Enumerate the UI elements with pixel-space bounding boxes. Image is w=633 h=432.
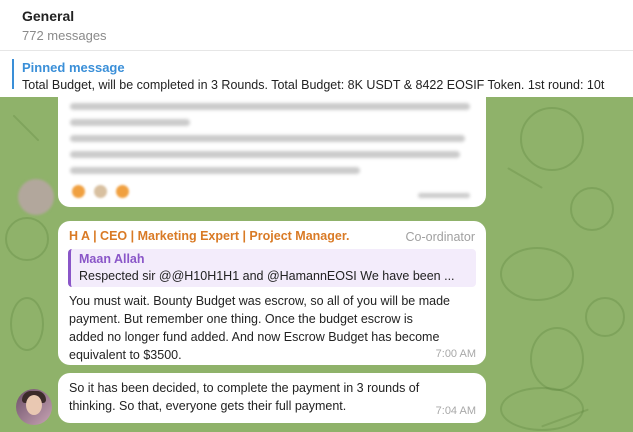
blurred-message[interactable] <box>58 97 486 207</box>
message-line: You must wait. Bounty Budget was escrow,… <box>69 294 450 308</box>
wallpaper-doodle <box>500 247 574 301</box>
wallpaper-doodle <box>5 217 49 261</box>
chat-title: General <box>22 8 75 24</box>
pinned-accent-bar <box>12 59 14 89</box>
avatar[interactable] <box>16 389 52 425</box>
wallpaper-doodle <box>10 297 44 351</box>
blurred-text-line <box>70 167 360 174</box>
wallpaper-doodle <box>12 114 40 142</box>
reaction-icon <box>116 185 129 198</box>
message-line: added no longer fund added. And now Escr… <box>69 330 440 344</box>
blurred-text-line <box>70 151 460 158</box>
pinned-text: Total Budget, will be completed in 3 Rou… <box>22 78 605 92</box>
blurred-timestamp <box>418 193 470 198</box>
wallpaper-doodle <box>570 187 614 231</box>
blurred-text-line <box>70 135 465 142</box>
message-timestamp: 7:04 AM <box>435 405 476 417</box>
message-line: equivalent to $3500. <box>69 348 182 362</box>
message-bubble[interactable]: So it has been decided, to complete the … <box>58 373 486 423</box>
message-text: So it has been decided, to complete the … <box>69 379 419 415</box>
reply-text: Respected sir @@H10H1H1 and @HamannEOSI … <box>79 269 455 283</box>
reaction-icon <box>94 185 107 198</box>
sender-role-badge: Co-ordinator <box>405 230 475 244</box>
wallpaper-doodle <box>507 167 543 189</box>
avatar-face <box>26 395 42 415</box>
reply-sender: Maan Allah <box>79 252 145 266</box>
wallpaper-doodle <box>520 107 584 171</box>
message-bubble[interactable]: H A | CEO | Marketing Expert | Project M… <box>58 221 486 365</box>
pinned-message[interactable]: Pinned message Total Budget, will be com… <box>0 51 633 98</box>
avatar[interactable] <box>18 179 54 215</box>
blurred-text-line <box>70 103 470 110</box>
blurred-text-line <box>70 119 190 126</box>
message-line: thinking. So that, everyone gets their f… <box>69 399 347 413</box>
wallpaper-doodle <box>530 327 584 391</box>
reply-quote[interactable]: Maan Allah Respected sir @@H10H1H1 and @… <box>68 249 476 287</box>
reaction-icon <box>72 185 85 198</box>
pinned-title: Pinned message <box>22 60 125 75</box>
chat-area[interactable]: H A | CEO | Marketing Expert | Project M… <box>0 97 633 432</box>
message-line: payment. But remember one thing. Once th… <box>69 312 413 326</box>
message-line: So it has been decided, to complete the … <box>69 381 420 395</box>
member-count: 772 messages <box>22 28 107 43</box>
wallpaper-doodle <box>585 297 625 337</box>
chat-header[interactable]: General 772 messages <box>0 0 633 51</box>
message-sender[interactable]: H A | CEO | Marketing Expert | Project M… <box>69 229 349 243</box>
message-timestamp: 7:00 AM <box>435 348 476 360</box>
message-text: You must wait. Bounty Budget was escrow,… <box>69 292 450 364</box>
